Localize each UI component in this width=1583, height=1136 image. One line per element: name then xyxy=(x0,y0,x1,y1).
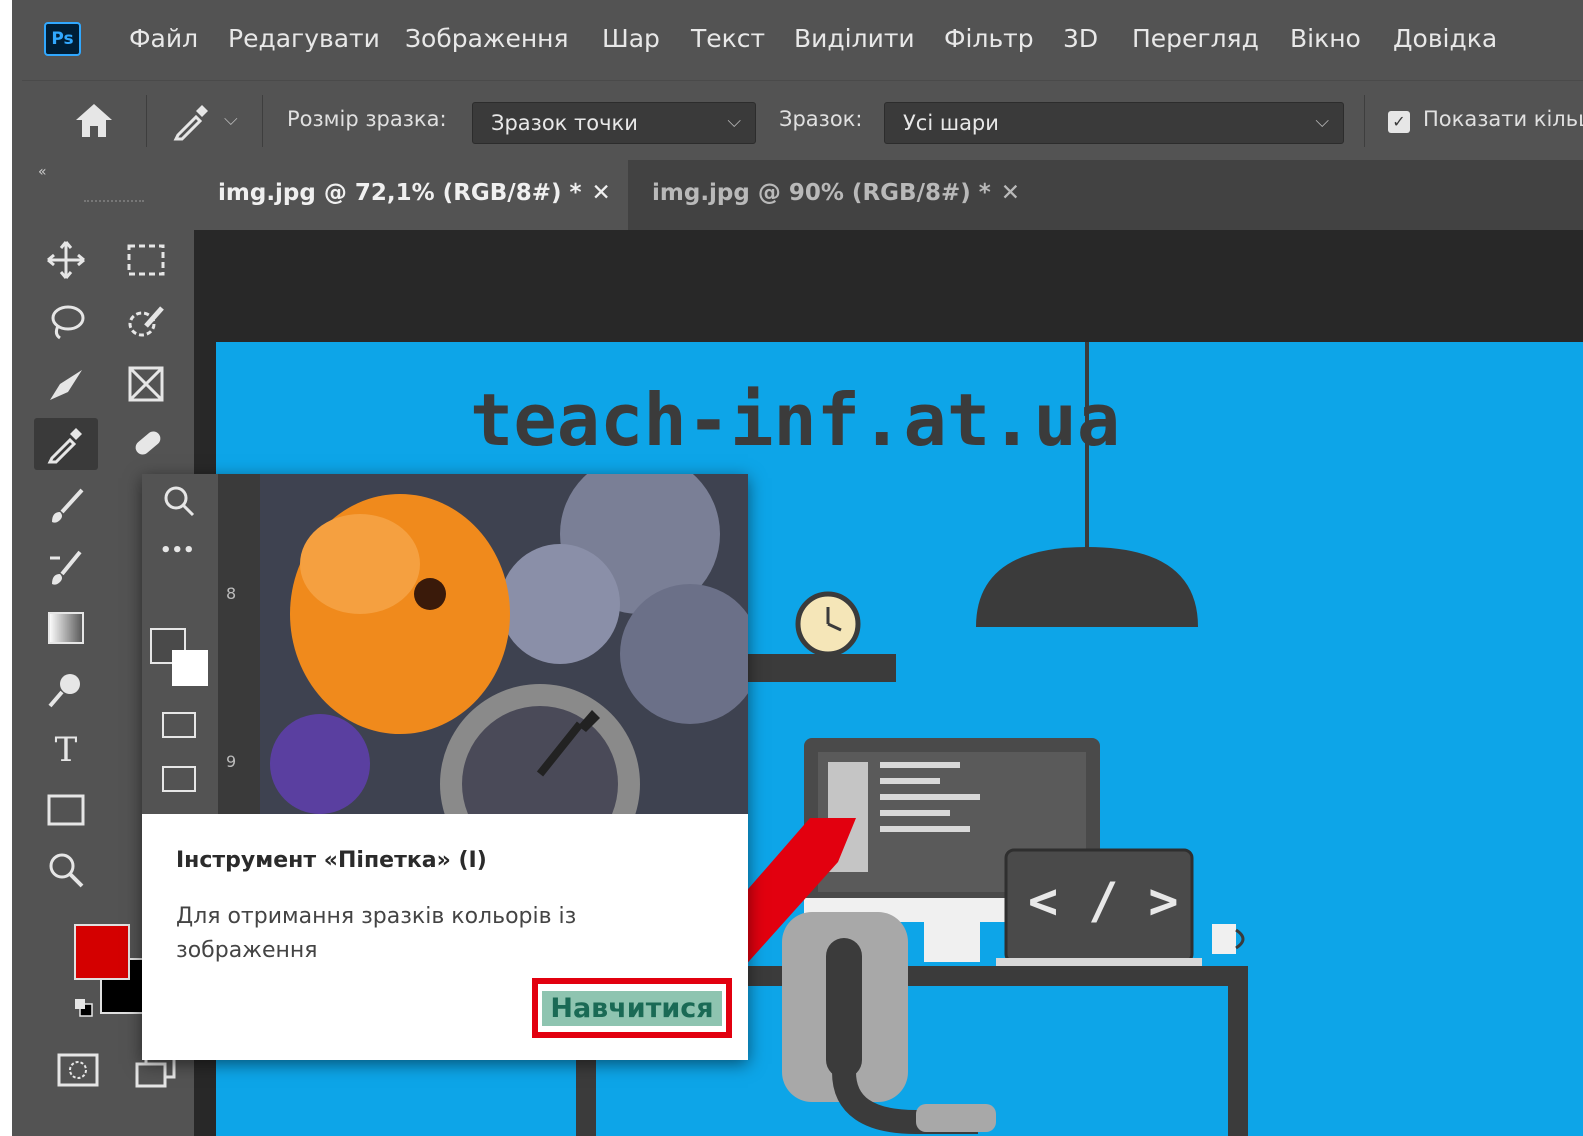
menu-type[interactable]: Текст xyxy=(691,24,765,53)
foreground-color-swatch[interactable] xyxy=(74,924,130,980)
menu-help[interactable]: Довідка xyxy=(1393,24,1497,53)
show-ring-label: Показати кільце xyxy=(1423,107,1583,131)
swatch-background-preview xyxy=(172,650,208,686)
chevron-down-icon: ⌵ xyxy=(727,111,741,132)
home-icon[interactable] xyxy=(72,99,116,145)
show-ring-checkbox[interactable]: ✓ xyxy=(1388,111,1410,133)
tooltip-preview-animation: ••• 8 9 xyxy=(142,474,748,814)
sample-size-value: Зразок точки xyxy=(491,111,638,135)
type-tool-icon[interactable]: T xyxy=(34,724,98,776)
sample-size-select[interactable]: Зразок точки ⌵ xyxy=(472,102,756,144)
ruler-mark: 8 xyxy=(226,584,237,603)
close-icon[interactable]: ✕ xyxy=(592,180,611,206)
menu-window[interactable]: Вікно xyxy=(1290,24,1361,53)
quick-mask-icon xyxy=(162,712,196,738)
options-bar: ⌵ Розмір зразка: Зразок точки ⌵ Зразок: … xyxy=(22,80,1583,160)
dodge-tool-icon[interactable] xyxy=(34,664,98,716)
tab-img-90[interactable]: img.jpg @ 90% (RGB/8#) * ✕ xyxy=(628,160,1044,230)
more-tools-icon: ••• xyxy=(160,540,195,561)
collapse-panel-icon[interactable]: « xyxy=(38,164,47,180)
ruler-mark: 9 xyxy=(226,752,237,771)
sample-layers-select[interactable]: Усі шари ⌵ xyxy=(884,102,1344,144)
zoom-tool-icon[interactable] xyxy=(34,844,98,896)
zoom-icon xyxy=(162,484,196,522)
photoshop-window: Ps Файл Редагувати Зображення Шар Текст … xyxy=(12,0,1583,1136)
panel-grip[interactable] xyxy=(84,200,144,206)
spot-healing-tool-icon[interactable] xyxy=(114,418,178,470)
menu-view[interactable]: Перегляд xyxy=(1132,24,1259,53)
tab-img-72[interactable]: img.jpg @ 72,1% (RGB/8#) * ✕ xyxy=(194,160,628,230)
quick-selection-tool-icon[interactable] xyxy=(114,296,178,348)
ruler: 8 9 xyxy=(218,474,260,814)
marquee-tool-icon[interactable] xyxy=(114,234,178,286)
learn-button[interactable]: Навчитися xyxy=(532,978,732,1038)
learn-button-label: Навчитися xyxy=(542,990,722,1026)
eyedropper-preset-icon[interactable] xyxy=(170,99,214,147)
menu-file[interactable]: Файл xyxy=(129,24,198,53)
tooltip-body: Інструмент «Піпетка» (I) Для отримання з… xyxy=(142,814,748,1060)
menu-3d[interactable]: 3D xyxy=(1063,24,1098,53)
screen-mode-icon xyxy=(162,766,196,792)
chevron-down-icon: ⌵ xyxy=(1315,111,1329,132)
photoshop-logo: Ps xyxy=(44,22,81,56)
lasso-tool-icon[interactable] xyxy=(34,296,98,348)
eyedropper-tool-icon[interactable] xyxy=(34,418,98,470)
frame-tool-icon[interactable] xyxy=(114,358,178,410)
menu-filter[interactable]: Фільтр xyxy=(944,24,1034,53)
code-tag-text: < / > xyxy=(1028,872,1179,930)
menu-edit[interactable]: Редагувати xyxy=(228,24,380,53)
sample-size-label: Розмір зразка: xyxy=(287,107,447,131)
tooltip-description: Для отримання зразків кольорів із зображ… xyxy=(176,904,577,963)
rich-tooltip: ••• 8 9 Інструмент «Піпетка» (I) Для отр… xyxy=(142,474,748,1060)
tab-label: img.jpg @ 72,1% (RGB/8#) * xyxy=(218,180,582,206)
gradient-tool-icon[interactable] xyxy=(34,602,98,654)
close-icon[interactable]: ✕ xyxy=(1001,180,1020,206)
brush-tool-icon[interactable] xyxy=(34,480,98,532)
document-tabs: img.jpg @ 72,1% (RGB/8#) * ✕ img.jpg @ 90… xyxy=(194,160,1583,230)
menu-layer[interactable]: Шар xyxy=(602,24,660,53)
flower-photo xyxy=(260,474,748,814)
quick-mask-icon[interactable] xyxy=(56,1052,100,1092)
tab-label: img.jpg @ 90% (RGB/8#) * xyxy=(652,180,991,206)
menu-bar: Ps Файл Редагувати Зображення Шар Текст … xyxy=(12,0,1583,80)
sample-layers-value: Усі шари xyxy=(903,111,999,135)
sample-label: Зразок: xyxy=(779,107,863,131)
pen-tool-icon[interactable] xyxy=(34,358,98,410)
tooltip-title: Інструмент «Піпетка» (I) xyxy=(176,848,487,873)
move-tool-icon[interactable] xyxy=(34,234,98,286)
chevron-down-icon[interactable]: ⌵ xyxy=(224,109,238,130)
default-colors-icon[interactable] xyxy=(74,998,93,1017)
menu-image[interactable]: Зображення xyxy=(405,24,569,53)
clone-stamp-tool-icon[interactable] xyxy=(34,542,98,594)
menu-select[interactable]: Виділити xyxy=(794,24,915,53)
rectangle-tool-icon[interactable] xyxy=(34,784,98,836)
